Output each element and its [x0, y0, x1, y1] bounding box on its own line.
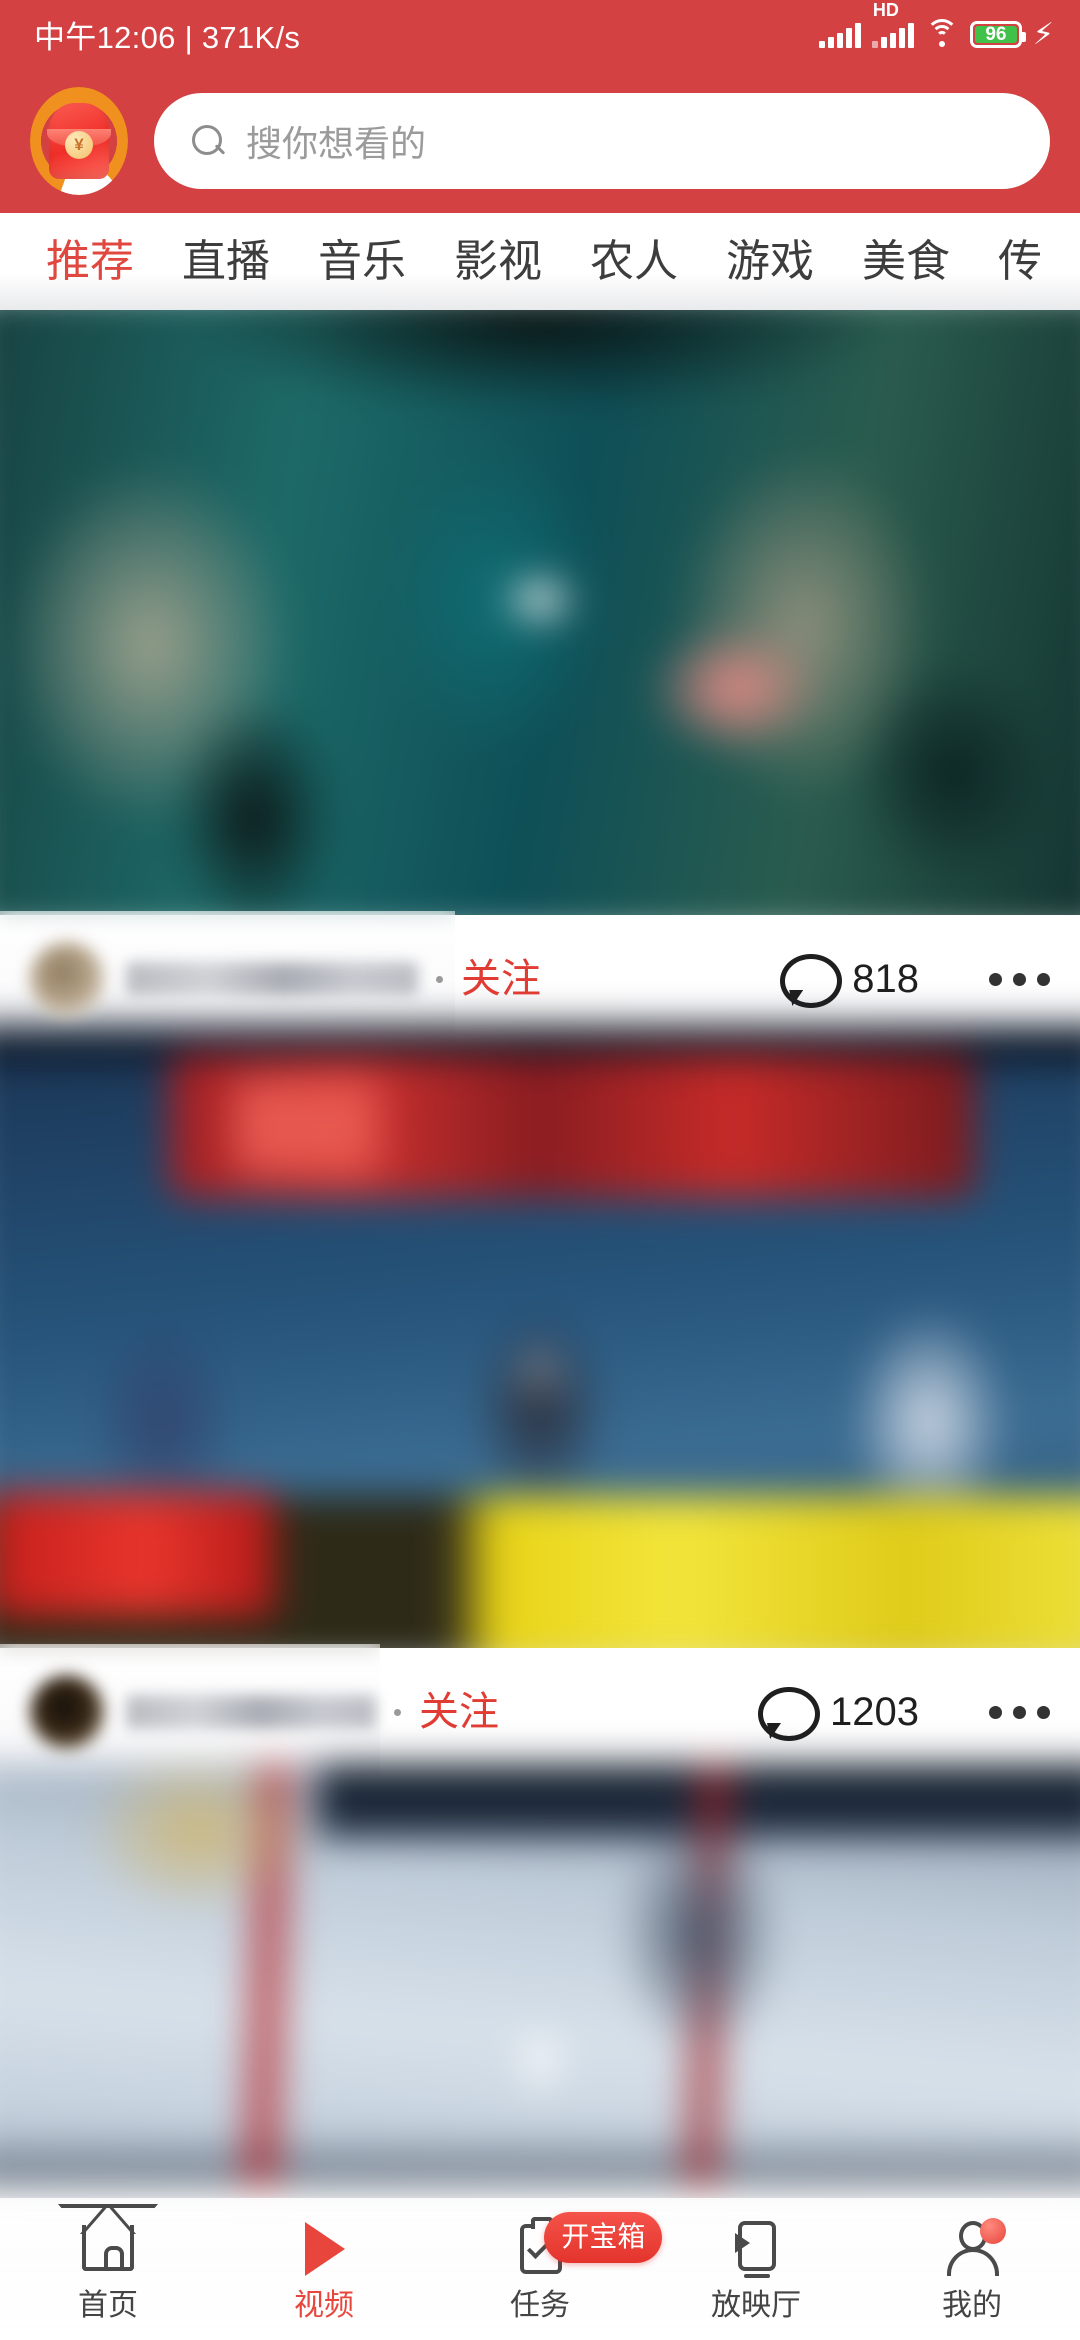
screening-room-icon: [724, 2216, 788, 2280]
tab-farmer[interactable]: 农人: [566, 239, 702, 284]
red-packet-coin: ¥: [65, 130, 93, 159]
nav-label-tasks: 任务: [510, 2289, 570, 2322]
nav-item-mine[interactable]: 我的: [864, 2216, 1080, 2321]
status-time-and-netspeed: 中午12:06 | 371K/s: [34, 19, 301, 55]
hd-signal-group: HD: [871, 1, 914, 48]
tab-recommend[interactable]: 推荐: [22, 239, 158, 284]
video-card[interactable]: [0, 1764, 1080, 2188]
home-icon: [76, 2216, 140, 2280]
battery-icon: 96: [969, 20, 1026, 48]
bottom-navigation[interactable]: 首页 视频 开宝箱 任务 放映厅 我的: [0, 2198, 1080, 2340]
nav-item-video[interactable]: 视频: [216, 2216, 432, 2321]
follow-button[interactable]: 关注: [461, 959, 541, 999]
video-info-row: 关注 818: [0, 911, 1080, 1047]
status-bar: 中午12:06 | 371K/s HD 96 ⚡: [0, 0, 1080, 68]
red-packet-icon[interactable]: ¥: [30, 86, 128, 195]
more-options-icon[interactable]: [989, 972, 1050, 986]
avatar[interactable]: [30, 942, 104, 1016]
tab-film-tv[interactable]: 影视: [430, 239, 566, 284]
app-root: 中午12:06 | 371K/s HD 96 ⚡ ¥ 搜你想看的 推荐 直播 音…: [0, 0, 1080, 2340]
play-icon: [292, 2216, 356, 2280]
search-header: ¥ 搜你想看的: [0, 68, 1080, 213]
separator-dot: [394, 1708, 401, 1716]
video-thumbnail[interactable]: [0, 310, 1080, 934]
search-icon: [190, 123, 226, 159]
tab-game[interactable]: 游戏: [702, 239, 838, 284]
hd-icon: HD: [872, 0, 899, 20]
more-options-icon[interactable]: [989, 1705, 1050, 1719]
video-card[interactable]: 关注 1203: [0, 1024, 1080, 1780]
search-placeholder: 搜你想看的: [246, 122, 427, 164]
nav-label-video: 视频: [294, 2289, 354, 2322]
search-input[interactable]: 搜你想看的: [154, 92, 1050, 189]
charging-bolt-icon: ⚡: [1032, 17, 1054, 51]
video-feed[interactable]: 关注 818 关注 1203: [0, 310, 1080, 2340]
category-tab-bar[interactable]: 推荐 直播 音乐 影视 农人 游戏 美食 传: [0, 213, 1080, 310]
nav-label-mine: 我的: [942, 2289, 1002, 2322]
notification-dot-badge: [980, 2218, 1006, 2244]
nav-item-home[interactable]: 首页: [0, 2216, 216, 2321]
nav-label-screening-room: 放映厅: [711, 2289, 801, 2322]
author-name[interactable]: [126, 962, 418, 996]
comment-icon[interactable]: [780, 954, 843, 1008]
nav-label-home: 首页: [78, 2289, 138, 2322]
video-thumbnail[interactable]: [0, 1764, 1080, 2188]
comment-count: 818: [852, 957, 919, 1001]
comment-icon[interactable]: [758, 1687, 821, 1741]
tab-food[interactable]: 美食: [838, 239, 974, 284]
battery-level: 96: [985, 23, 1007, 45]
comment-group[interactable]: 1203: [758, 1687, 1050, 1741]
nav-item-tasks[interactable]: 开宝箱 任务: [432, 2212, 663, 2322]
tab-partial-next[interactable]: 传: [974, 239, 1066, 284]
comment-count: 1203: [830, 1690, 919, 1734]
user-icon: [940, 2216, 1006, 2280]
wifi-icon: [925, 18, 959, 48]
task-badge[interactable]: 开宝箱: [544, 2212, 663, 2263]
separator-dot: [436, 975, 443, 983]
tab-live[interactable]: 直播: [158, 239, 294, 284]
status-icons: HD 96 ⚡: [818, 1, 1054, 51]
signal-icon-secondary: [871, 22, 914, 48]
video-info-row: 关注 1203: [0, 1644, 1080, 1780]
avatar[interactable]: [30, 1675, 104, 1749]
tab-music[interactable]: 音乐: [294, 239, 430, 284]
comment-group[interactable]: 818: [780, 954, 1050, 1008]
nav-item-screening-room[interactable]: 放映厅: [648, 2216, 864, 2321]
author-name[interactable]: [126, 1695, 376, 1729]
signal-icon: [818, 22, 861, 48]
follow-button[interactable]: 关注: [419, 1692, 499, 1732]
video-thumbnail[interactable]: [0, 1024, 1080, 1667]
video-card[interactable]: 关注 818: [0, 310, 1080, 1047]
